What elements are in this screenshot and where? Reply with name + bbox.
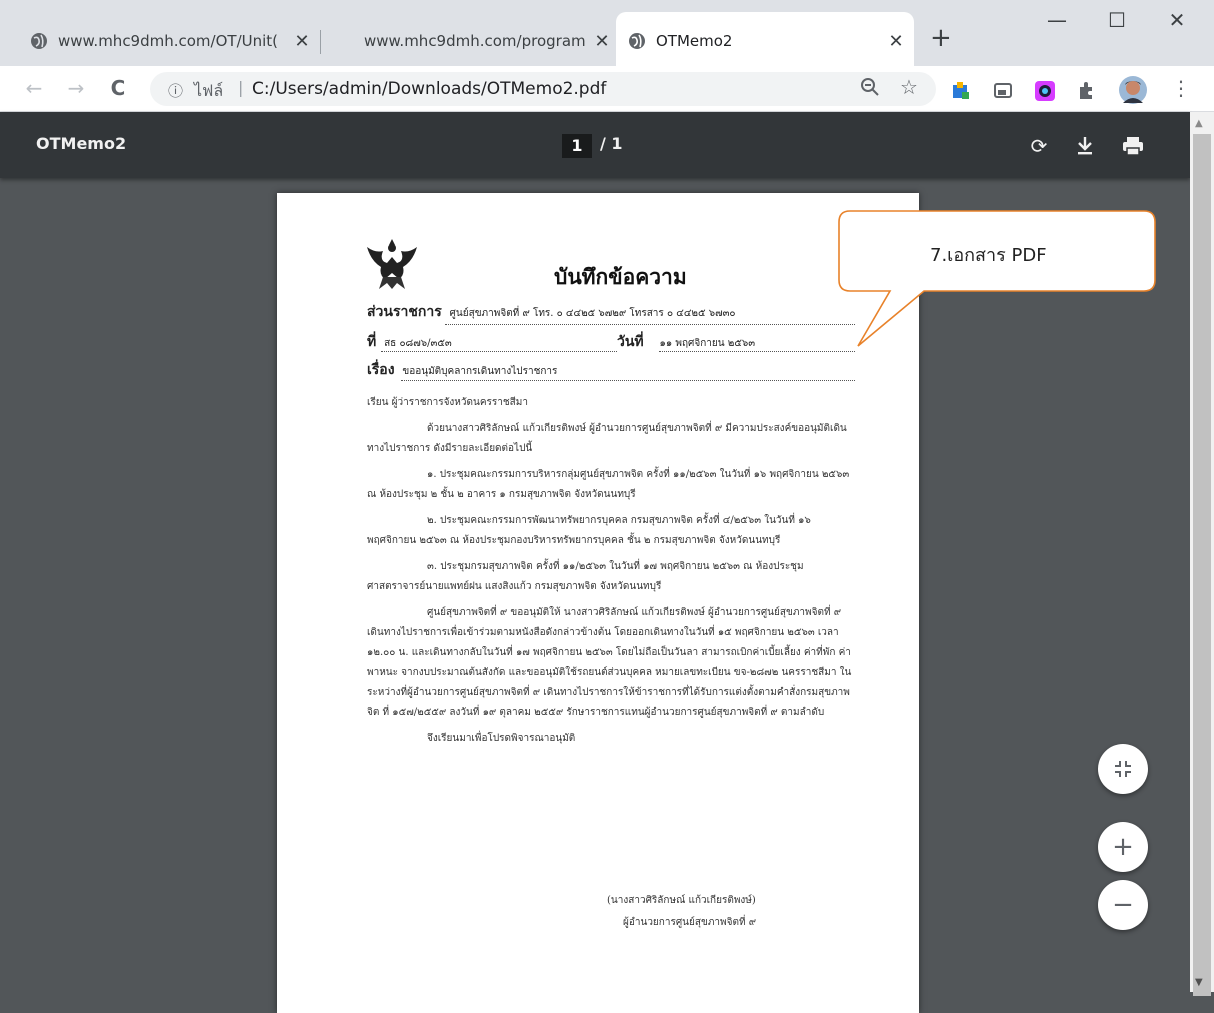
maximize-button[interactable]: ☐: [1087, 0, 1147, 40]
extensions-icon[interactable]: [1076, 80, 1098, 100]
page-total: / 1: [600, 134, 623, 153]
close-window-button[interactable]: ✕: [1147, 0, 1207, 40]
print-icon[interactable]: [1119, 132, 1147, 160]
avatar[interactable]: [1118, 75, 1148, 105]
extension-puzzle-blue-icon[interactable]: [950, 80, 972, 100]
page-number-input[interactable]: 1: [562, 134, 592, 158]
new-tab-button[interactable]: +: [930, 25, 952, 51]
tab-close-button[interactable]: ✕: [292, 31, 312, 52]
date-dotted-line: [659, 351, 855, 352]
subject-label: เรื่อง: [367, 362, 395, 378]
memo-item-1: ๑. ประชุมคณะกรรมการบริหารกลุ่มศูนย์สุขภา…: [367, 469, 850, 500]
info-icon[interactable]: ⓘ: [168, 80, 183, 101]
scrollbar-thumb[interactable]: [1193, 134, 1211, 996]
reload-button[interactable]: C: [104, 74, 132, 102]
pdf-toolbar: OTMemo2 1 / 1 ⟳: [0, 112, 1190, 178]
browser-toolbar: ← → C ⓘ ไฟล์ | C:/Users/admin/Downloads/…: [0, 66, 1214, 112]
garuda-emblem: [365, 233, 419, 291]
zoom-in-button[interactable]: +: [1098, 822, 1148, 872]
cast-icon[interactable]: [992, 80, 1014, 100]
memo-paragraph-intro: ด้วยนางสาวศิริลักษณ์ แก้วเกียรติพงษ์ ผู้…: [367, 423, 847, 454]
memo-item-3: ๓. ประชุมกรมสุขภาพจิต ครั้งที่ ๑๑/๒๕๖๓ ใ…: [367, 561, 804, 592]
minimize-button[interactable]: —: [1027, 0, 1087, 40]
memo-recipient: เรียน ผู้ว่าราชการจังหวัดนครราชสีมา: [367, 397, 528, 408]
back-button[interactable]: ←: [20, 74, 48, 102]
memo-heading: บันทึกข้อความ: [554, 264, 687, 289]
tab-otmemo2[interactable]: OTMemo2 ✕: [628, 16, 906, 66]
memo-closing: จึงเรียนมาเพื่อโปรดพิจารณาอนุมัติ: [427, 733, 576, 744]
forward-button[interactable]: →: [62, 74, 90, 102]
subject-row: เรื่อง ขออนุมัติบุคลากรเดินทางไปราชการ: [367, 359, 557, 381]
callout-text: 7.เอกสาร PDF: [930, 245, 1047, 266]
signer-name: (นางสาวศิริลักษณ์ แก้วเกียรติพงษ์): [607, 895, 756, 906]
date-row: วันที่ ๑๑ พฤศจิกายน ๒๕๖๓: [617, 331, 755, 353]
bookmark-star-icon[interactable]: ☆: [900, 75, 918, 99]
scroll-down-arrow-icon[interactable]: ▼: [1195, 977, 1203, 988]
globe-icon: [30, 32, 48, 50]
subject-value: ขออนุมัติบุคลากรเดินทางไปราชการ: [402, 366, 558, 377]
date-value: ๑๑ พฤศจิกายน ๒๕๖๓: [659, 338, 756, 349]
tab-separator: [320, 30, 321, 54]
address-bar[interactable]: ⓘ ไฟล์ | C:/Users/admin/Downloads/OTMemo…: [150, 72, 936, 106]
pdf-title: OTMemo2: [36, 134, 127, 153]
memo-item-2: ๒. ประชุมคณะกรรมการพัฒนาทรัพยากรบุคคล กร…: [367, 515, 811, 546]
tab-close-button[interactable]: ✕: [886, 31, 906, 52]
url-text[interactable]: C:/Users/admin/Downloads/OTMemo2.pdf: [252, 79, 606, 99]
agency-dotted-line: [445, 324, 855, 325]
globe-icon: [628, 32, 646, 50]
zoom-out-icon[interactable]: [860, 77, 880, 102]
scroll-up-arrow-icon[interactable]: ▲: [1195, 118, 1203, 129]
download-icon[interactable]: [1071, 132, 1099, 160]
url-separator: |: [238, 78, 244, 97]
zoom-out-button[interactable]: −: [1098, 880, 1148, 930]
rotate-icon[interactable]: ⟳: [1025, 132, 1053, 160]
agency-label: ส่วนราชการ: [367, 304, 442, 320]
reference-dotted-line: [381, 351, 617, 352]
tab-title: www.mhc9dmh.com/program: [364, 32, 586, 50]
date-label: วันที่: [617, 334, 644, 350]
tab-title: OTMemo2: [656, 32, 733, 50]
tab-close-button[interactable]: ✕: [592, 31, 612, 52]
tab-mhc9dmh-program[interactable]: www.mhc9dmh.com/program ✕: [340, 16, 612, 66]
fit-to-page-icon[interactable]: [1098, 744, 1148, 794]
vertical-scrollbar[interactable]: ▲ ▼: [1190, 112, 1214, 996]
chrome-menu-button[interactable]: ⋮: [1167, 74, 1195, 102]
tab-title: www.mhc9dmh.com/OT/Unit(: [58, 32, 279, 50]
reference-label: ที่: [367, 334, 377, 350]
signer-title: ผู้อำนวยการศูนย์สุขภาพจิตที่ ๙: [623, 917, 757, 928]
agency-value: ศูนย์สุขภาพจิตที่ ๙ โทร. ๐ ๔๔๒๕ ๖๗๒๙ โทร…: [449, 308, 736, 319]
memo-paragraph-approval: ศูนย์สุขภาพจิตที่ ๙ ขออนุมัติให้ นางสาวศ…: [367, 607, 852, 718]
url-scheme: ไฟล์: [194, 81, 224, 100]
reference-value: สธ ๐๘๗๖/๓๕๓: [384, 338, 452, 349]
reference-row: ที่ สธ ๐๘๗๖/๓๕๓: [367, 331, 452, 353]
agency-row: ส่วนราชการ ศูนย์สุขภาพจิตที่ ๙ โทร. ๐ ๔๔…: [367, 301, 736, 323]
subject-dotted-line: [401, 380, 855, 381]
color-picker-icon[interactable]: [1034, 80, 1056, 101]
tab-mhc9dmh-unit[interactable]: www.mhc9dmh.com/OT/Unit( ✕: [30, 16, 312, 66]
tab-strip: www.mhc9dmh.com/OT/Unit( ✕ www.mhc9dmh.c…: [0, 0, 1214, 66]
pdf-page: บันทึกข้อความ ส่วนราชการ ศูนย์สุขภาพจิตท…: [277, 193, 919, 1013]
memo-body: เรียน ผู้ว่าราชการจังหวัดนครราชสีมา ด้วย…: [367, 393, 857, 749]
